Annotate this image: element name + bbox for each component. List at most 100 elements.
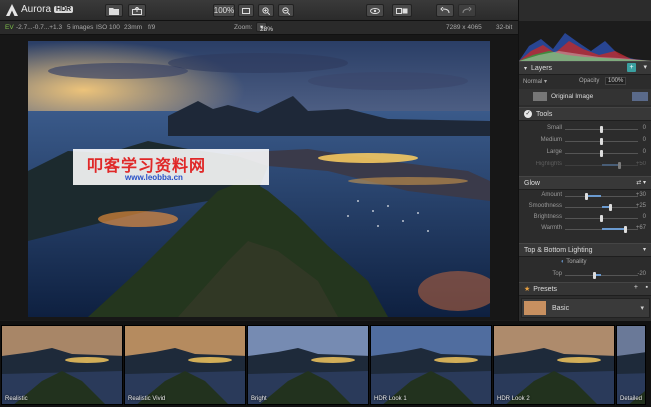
- lighting-menu-icon[interactable]: ▾: [643, 246, 646, 253]
- slider-knob[interactable]: [585, 193, 589, 200]
- zoom-in-button[interactable]: [258, 4, 274, 17]
- slider-knob[interactable]: [592, 272, 596, 279]
- slider-value: +30: [635, 192, 646, 198]
- add-layer-icon[interactable]: +: [627, 63, 636, 72]
- preset-name: Detailed: [620, 396, 643, 402]
- layer-row[interactable]: Original Image: [519, 89, 651, 105]
- compare-button[interactable]: [392, 4, 412, 17]
- slider-track[interactable]: [565, 162, 638, 169]
- lighting-header[interactable]: Top & Bottom Lighting ▾: [519, 243, 651, 257]
- slider-row[interactable]: Smoothness +25: [519, 202, 651, 212]
- slider-label: Medium: [540, 137, 562, 143]
- checkmark-icon[interactable]: ✓: [524, 110, 532, 118]
- blend-mode-value: Normal: [523, 79, 543, 85]
- preset-category-select[interactable]: Basic ▾: [521, 298, 650, 318]
- aurora-hdr-window: Aurora HDR 100% EV -2.7...-0.7...+1.3 5 …: [0, 0, 651, 407]
- preset-thumbnail[interactable]: Detailed: [616, 325, 646, 405]
- fit-screen-button[interactable]: [238, 4, 254, 17]
- blend-mode-select[interactable]: Normal ▾: [523, 78, 547, 85]
- tonality-row[interactable]: ◐ Tonality: [561, 259, 587, 265]
- slider-row[interactable]: Brightness 0: [519, 213, 651, 223]
- lighting-section: Top & Bottom Lighting ▾ ◐ Tonality Top -2…: [519, 243, 651, 279]
- preset-name: Realistic: [5, 396, 28, 402]
- open-folder-button[interactable]: [105, 4, 123, 17]
- preview-button[interactable]: [366, 4, 384, 17]
- slider-track[interactable]: [565, 138, 638, 145]
- slider-row[interactable]: Amount +30: [519, 191, 651, 201]
- share-button[interactable]: [128, 4, 146, 17]
- add-preset-icon[interactable]: +: [634, 284, 638, 291]
- slider-label: Top: [552, 271, 562, 277]
- slider-track[interactable]: [565, 204, 638, 211]
- slider-knob[interactable]: [600, 215, 603, 222]
- slider-label: Highlights: [535, 161, 562, 167]
- layers-header[interactable]: ▾ Layers + ▾: [519, 61, 651, 75]
- collapse-arrow-icon: ▾: [524, 65, 528, 72]
- preset-category-thumbnail: [524, 301, 546, 315]
- slider-row[interactable]: Small 0: [519, 124, 651, 134]
- slider-value: +50: [635, 161, 646, 167]
- layers-title: Layers: [531, 64, 553, 72]
- zoom-out-button[interactable]: [278, 4, 294, 17]
- slider-value: +25: [635, 203, 646, 209]
- slider-track[interactable]: [565, 126, 638, 133]
- slider-knob[interactable]: [600, 126, 603, 133]
- lighting-title: Top & Bottom Lighting: [524, 246, 593, 254]
- layer-name: Original Image: [551, 93, 594, 100]
- slider-knob[interactable]: [600, 150, 603, 157]
- opacity-label: Opacity: [579, 78, 600, 84]
- layer-menu-icon[interactable]: ▾: [643, 63, 647, 71]
- preset-thumbnail[interactable]: Realistic Vivid: [124, 325, 246, 405]
- watermark-url: www.leobba.cn: [125, 173, 183, 182]
- slider-row[interactable]: Top -20: [519, 270, 651, 280]
- iso-value: ISO 100: [96, 24, 120, 31]
- layer-mask-thumbnail: [632, 92, 648, 101]
- slider-knob[interactable]: [624, 226, 628, 233]
- star-icon: ★: [524, 286, 531, 293]
- ev-values: -2.7...-0.7...+1.3: [16, 24, 63, 31]
- redo-icon: [462, 7, 472, 14]
- preset-thumbnail[interactable]: Bright: [247, 325, 369, 405]
- bit-depth: 32-bit: [496, 24, 513, 31]
- opacity-value[interactable]: 100%: [605, 77, 627, 85]
- slider-track[interactable]: [565, 226, 638, 233]
- slider-track[interactable]: [565, 215, 638, 222]
- preset-thumbnail[interactable]: Realistic: [1, 325, 123, 405]
- zoom-select[interactable]: 28% ▾: [256, 22, 273, 33]
- slider-knob[interactable]: [609, 204, 613, 211]
- slider-row[interactable]: Warmth +67: [519, 224, 651, 234]
- aurora-logo-icon: [6, 3, 18, 16]
- slider-knob[interactable]: [618, 162, 622, 169]
- preset-thumbnail[interactable]: HDR Look 2: [493, 325, 615, 405]
- presets-title: Presets: [533, 285, 558, 293]
- redo-button[interactable]: [458, 4, 476, 17]
- fit-icon: [242, 7, 250, 14]
- glow-header[interactable]: Glow ⇄ ▾: [519, 176, 651, 190]
- preset-name: Realistic Vivid: [128, 396, 166, 402]
- slider-track[interactable]: [565, 193, 638, 200]
- slider-track[interactable]: [565, 272, 638, 279]
- eye-icon: [370, 7, 380, 14]
- preset-preview-image: [248, 326, 368, 404]
- preset-thumbnail[interactable]: HDR Look 1: [370, 325, 492, 405]
- chevron-down-icon: ▾: [640, 305, 644, 312]
- zoom-100-button[interactable]: 100%: [213, 4, 235, 17]
- slider-track[interactable]: [565, 150, 638, 157]
- slider-row[interactable]: Large 0: [519, 148, 651, 158]
- preset-preview-image: [494, 326, 614, 404]
- tools-header[interactable]: ✓ Tools: [519, 107, 651, 121]
- glow-options-icon[interactable]: ⇄ ▾: [636, 179, 646, 186]
- folder-icon: [109, 7, 119, 15]
- tonality-icon: ◐: [561, 259, 565, 265]
- slider-value: 0: [642, 214, 646, 220]
- presets-menu-icon[interactable]: ▪: [646, 284, 648, 291]
- watermark-overlay: 叩客学习资料网 www.leobba.cn: [73, 149, 269, 185]
- slider-row[interactable]: Medium 0: [519, 136, 651, 146]
- slider-knob[interactable]: [600, 138, 603, 145]
- image-canvas[interactable]: 叩客学习资料网 www.leobba.cn: [0, 35, 518, 320]
- slider-label: Warmth: [541, 225, 562, 231]
- slider-row[interactable]: Highlights +50: [519, 160, 651, 170]
- presets-header[interactable]: ★ Presets + ▪: [519, 282, 651, 296]
- image-count: 5 images: [67, 24, 94, 31]
- undo-button[interactable]: [436, 4, 454, 17]
